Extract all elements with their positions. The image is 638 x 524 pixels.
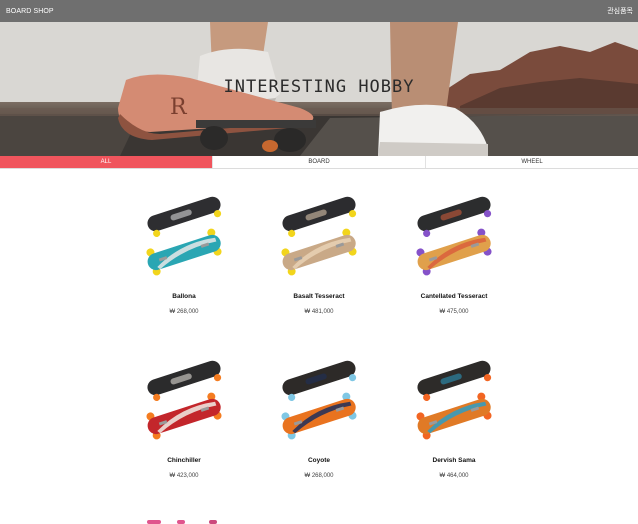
hero-banner: R INTERESTING HOBBY <box>0 22 638 156</box>
product-price: ₩ 464,000 <box>439 473 469 479</box>
top-header: BOARD SHOP 관심품목 <box>0 0 638 22</box>
product-card[interactable]: Basalt Tesseract ₩ 481,000 <box>252 180 386 322</box>
wishlist-link[interactable]: 관심품목 <box>607 6 633 16</box>
tab-board[interactable]: BOARD <box>213 156 426 168</box>
hero-title: INTERESTING HOBBY <box>223 77 415 97</box>
svg-text:R: R <box>170 95 188 120</box>
product-card[interactable]: Chinchiller ₩ 423,000 <box>117 344 251 486</box>
product-price: ₩ 481,000 <box>304 309 334 315</box>
product-card[interactable]: Coyote ₩ 268,000 <box>252 344 386 486</box>
product-image <box>416 360 492 440</box>
product-grid: Ballona ₩ 268,000 Basalt Tesseract ₩ 481,00… <box>117 180 521 486</box>
tab-all[interactable]: ALL <box>0 156 213 168</box>
product-image <box>281 360 357 440</box>
product-name[interactable]: Ballona <box>117 293 251 300</box>
product-card[interactable]: Ballona ₩ 268,000 <box>117 180 251 322</box>
product-image <box>416 196 492 276</box>
product-name[interactable]: Basalt Tesseract <box>252 293 386 300</box>
product-name[interactable]: Coyote <box>252 457 386 464</box>
product-price: ₩ 268,000 <box>304 473 334 479</box>
product-image <box>146 196 222 276</box>
category-tabs: ALL BOARD WHEEL <box>0 156 638 169</box>
product-name[interactable]: Cantellated Tesseract <box>387 293 521 300</box>
product-card[interactable]: Cantellated Tesseract ₩ 475,000 <box>387 180 521 322</box>
product-name[interactable]: Chinchiller <box>117 457 251 464</box>
product-card[interactable]: Dervish Sama ₩ 464,000 <box>387 344 521 486</box>
product-name[interactable]: Dervish Sama <box>387 457 521 464</box>
tab-wheel[interactable]: WHEEL <box>426 156 638 168</box>
brand-logo-link[interactable]: BOARD SHOP <box>6 8 54 15</box>
product-image <box>146 360 222 440</box>
product-image <box>281 196 357 276</box>
product-price: ₩ 475,000 <box>439 309 469 315</box>
product-price: ₩ 423,000 <box>169 473 199 479</box>
next-row-peek <box>147 520 217 524</box>
product-price: ₩ 268,000 <box>169 309 199 315</box>
